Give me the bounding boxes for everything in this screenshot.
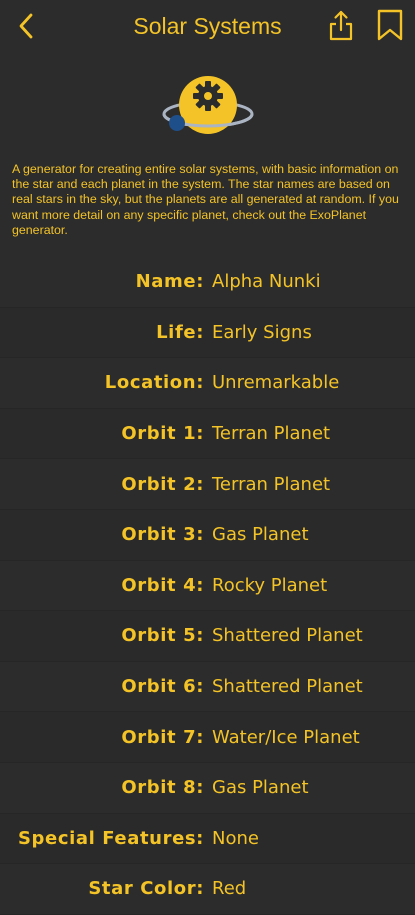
- result-label: Orbit 5:: [121, 625, 204, 647]
- result-value: Water/Ice Planet: [212, 726, 360, 748]
- result-row: Life: Early Signs: [0, 307, 415, 359]
- back-button[interactable]: [12, 10, 40, 42]
- result-row: Orbit 8: Gas Planet: [0, 763, 415, 814]
- result-value: Red: [212, 878, 247, 900]
- result-value: Gas Planet: [212, 777, 309, 799]
- result-value: Shattered Planet: [212, 676, 363, 698]
- result-value: Alpha Nunki: [212, 271, 321, 293]
- result-value: Unremarkable: [212, 372, 340, 394]
- result-label: Orbit 8:: [121, 777, 204, 799]
- result-label: Orbit 4:: [121, 574, 204, 596]
- result-label: Orbit 1:: [121, 423, 204, 445]
- result-label: Orbit 6:: [121, 676, 204, 698]
- result-row: Name: Alpha Nunki: [0, 257, 415, 308]
- app-header: Solar Systems: [0, 0, 415, 52]
- result-label: Name:: [135, 271, 204, 293]
- share-button[interactable]: [327, 8, 355, 42]
- result-label: Life:: [156, 321, 204, 343]
- result-row: Orbit 6: Shattered Planet: [0, 662, 415, 713]
- result-label: Orbit 2:: [121, 473, 204, 495]
- result-label: Star Color:: [88, 878, 204, 900]
- bookmark-icon: [377, 9, 403, 41]
- result-row: Orbit 7: Water/Ice Planet: [0, 712, 415, 763]
- result-row: Star Color: Red: [0, 864, 415, 915]
- planet-gear-icon: [160, 72, 256, 144]
- result-value: Terran Planet: [212, 473, 331, 495]
- result-value: Rocky Planet: [212, 574, 328, 596]
- result-label: Orbit 7:: [121, 726, 204, 748]
- result-value: Shattered Planet: [212, 625, 363, 647]
- result-label: Orbit 3:: [121, 524, 204, 546]
- result-row: Orbit 1: Terran Planet: [0, 408, 415, 460]
- result-label: Location:: [104, 372, 204, 394]
- result-value: Early Signs: [212, 321, 312, 343]
- chevron-left-icon: [19, 13, 33, 39]
- results-list: Name: Alpha Nunki Life: Early Signs Location…: [0, 257, 415, 915]
- result-row: Orbit 5: Shattered Planet: [0, 611, 415, 662]
- result-row: Location: Unremarkable: [0, 358, 415, 409]
- share-icon: [329, 10, 353, 41]
- result-row: Orbit 3: Gas Planet: [0, 509, 415, 561]
- generator-description: A generator for creating entire solar sy…: [12, 162, 399, 237]
- result-row: Orbit 2: Terran Planet: [0, 459, 415, 510]
- result-value: Terran Planet: [212, 423, 331, 445]
- result-row: Orbit 4: Rocky Planet: [0, 561, 415, 612]
- result-row: Special Features: None: [0, 813, 415, 865]
- result-value: None: [212, 827, 259, 849]
- result-label: Special Features:: [17, 827, 204, 849]
- result-value: Gas Planet: [212, 524, 309, 546]
- bookmark-button[interactable]: [374, 8, 406, 42]
